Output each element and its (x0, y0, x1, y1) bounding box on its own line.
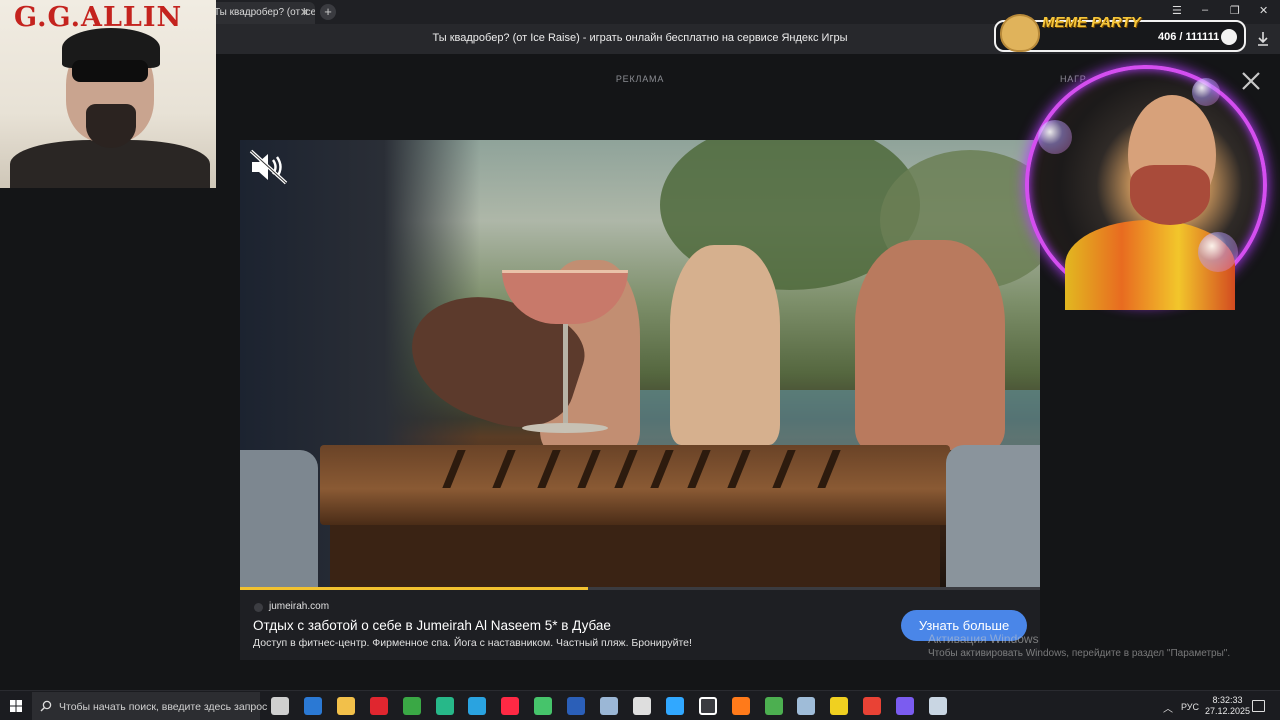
restore-icon[interactable]: ❐ (1230, 4, 1240, 17)
bubble-icon (1038, 120, 1072, 154)
opera-gx-icon[interactable] (501, 697, 519, 715)
chrome-2-icon[interactable] (863, 697, 881, 715)
app-clock-icon[interactable] (633, 697, 651, 715)
clock-time: 8:32:33 (1212, 695, 1243, 705)
webcam-beard (1130, 165, 1210, 225)
yandex-browser-icon[interactable] (699, 697, 717, 715)
firefox-icon[interactable] (732, 697, 750, 715)
app-discord-icon[interactable] (896, 697, 914, 715)
steam-icon[interactable] (797, 697, 815, 715)
tab-close-icon[interactable]: ✕ (300, 6, 309, 19)
new-tab-button[interactable]: + (320, 4, 336, 20)
close-ad-icon[interactable] (1238, 68, 1264, 94)
wooden-table (320, 445, 950, 525)
meme-party-count: 406 / 111111 (1158, 31, 1220, 43)
tray-chevron-up-icon[interactable]: ︿ (1163, 700, 1173, 715)
ad-domain[interactable]: jumeirah.com (269, 601, 329, 612)
photoshop-icon[interactable] (666, 697, 684, 715)
windows-activation-title: Активация Windows (928, 632, 1039, 646)
telegram-icon[interactable] (468, 697, 486, 715)
bubble-icon (1192, 78, 1220, 106)
bubble-icon (1198, 232, 1238, 272)
app-yellow-icon[interactable] (830, 697, 848, 715)
person (855, 240, 1005, 450)
cushion-left (240, 450, 318, 590)
doge-icon (1000, 14, 1040, 52)
file-explorer-icon[interactable] (337, 697, 355, 715)
cushion-right (946, 445, 1040, 590)
opera-icon[interactable] (370, 697, 388, 715)
app-green-red-icon[interactable] (403, 697, 421, 715)
tab-active[interactable]: Ты квадробер? (от Ice Raise) ✕ (200, 2, 315, 24)
app-tool-icon[interactable] (929, 697, 947, 715)
task-view-icon[interactable] (271, 697, 289, 715)
notifications-icon[interactable] (1252, 700, 1265, 712)
download-icon[interactable] (1256, 31, 1270, 47)
glass-base (522, 423, 608, 433)
ad-title[interactable]: Отдых с заботой о себе в Jumeirah Al Nas… (253, 618, 611, 633)
meme-party-title: MEME PARTY (1042, 14, 1141, 31)
ad-description: Доступ в фитнес-центр. Фирменное спа. Йо… (253, 637, 692, 649)
taskbar-search-placeholder[interactable]: Чтобы начать поиск, введите здесь запрос (59, 701, 267, 713)
search-icon (40, 700, 52, 712)
ad-video[interactable] (240, 140, 1040, 590)
ad-label: РЕКЛАМА (615, 74, 665, 84)
app-z-icon[interactable] (436, 697, 454, 715)
poster-beard (86, 104, 136, 148)
menu-icon[interactable]: ☰ (1172, 4, 1182, 17)
advertiser-favicon-icon (254, 603, 263, 612)
clock-date: 27.12.2025 (1205, 706, 1251, 716)
clock[interactable]: 8:32:33 27.12.2025 (1205, 695, 1250, 717)
word-icon[interactable] (567, 697, 585, 715)
app-play-icon[interactable] (534, 697, 552, 715)
chrome-icon[interactable] (765, 697, 783, 715)
outlook-icon[interactable] (304, 697, 322, 715)
minimize-icon[interactable]: – (1202, 4, 1208, 16)
table-front (330, 525, 940, 590)
app-feather-icon[interactable] (600, 697, 618, 715)
poster-overlay: G.G.ALLIN (0, 0, 216, 188)
mute-icon[interactable] (248, 148, 290, 186)
glass-stem (563, 324, 568, 424)
poster-sunglasses (72, 60, 148, 82)
language-indicator[interactable]: РУС (1181, 702, 1199, 712)
meme-cursor-icon (1221, 29, 1237, 45)
windows-start-icon[interactable] (10, 700, 22, 712)
page-title: Ты квадробер? (от Ice Raise) - играть он… (432, 32, 848, 44)
windows-activation-text: Чтобы активировать Windows, перейдите в … (928, 648, 1231, 659)
person (670, 245, 780, 445)
close-window-icon[interactable]: ✕ (1259, 4, 1268, 17)
